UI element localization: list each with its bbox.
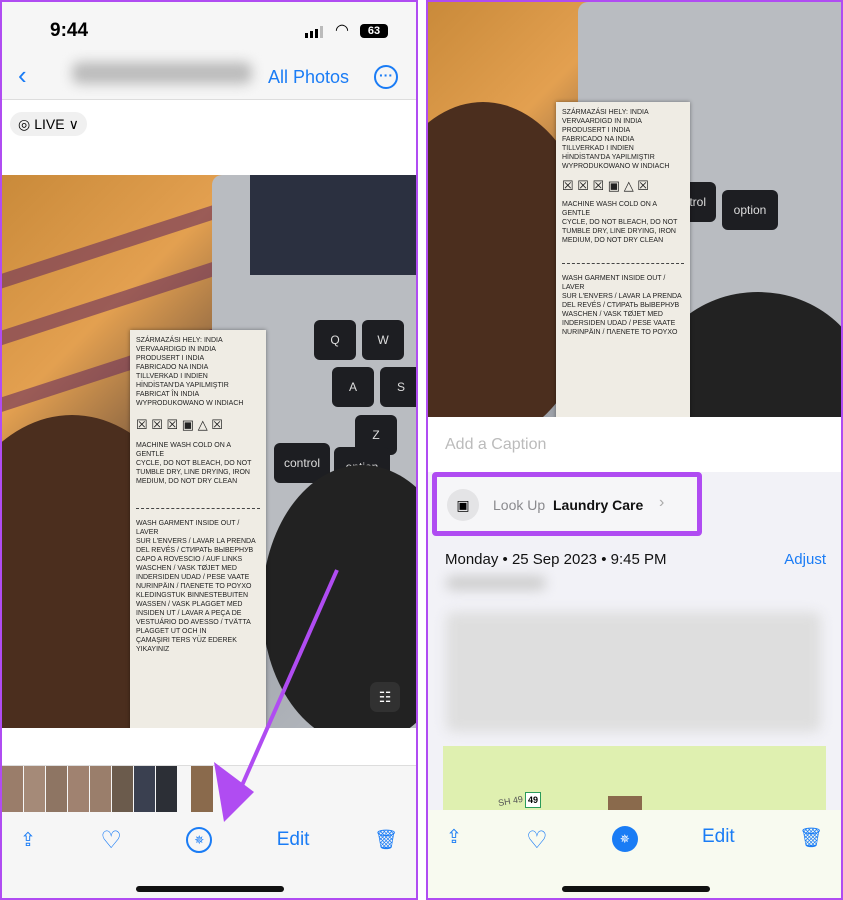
edit-button[interactable]: Edit [277, 829, 310, 851]
chevron-right-icon: › [659, 494, 665, 511]
label-line: SZÁRMAZÁSI HELY: INDIA [136, 337, 223, 344]
label-line: VERVAARDIGD IN INDIA [562, 118, 642, 125]
label-line: PRODUSERT I INDIA [562, 127, 631, 134]
label-line: VERVAARDIGD IN INDIA [136, 346, 216, 353]
trash-icon[interactable]: 🗑︎ [374, 828, 398, 852]
trash-icon[interactable]: 🗑︎ [799, 826, 823, 850]
label-line: FABRICADO NA INDIA [136, 364, 209, 371]
right-screenshot: control option SZÁRMAZÁSI HELY: INDIA VE… [426, 0, 843, 900]
label-line: MACHINE WASH COLD ON A GENTLE [136, 442, 231, 458]
label-line: CAPO A ROVESCIO / AUF LINKS [136, 556, 243, 563]
caption-input[interactable]: Add a Caption [445, 436, 546, 454]
visual-lookup-laundry-icon[interactable]: ✵ [186, 827, 213, 853]
signal-icon [305, 26, 323, 38]
label-line: NURINPÄIN / ΠΛΕΝΕΤΕ ΤΟ ΡΟΥΧΟ [136, 583, 252, 590]
label-line: WASH GARMENT INSIDE OUT / LAVER [136, 520, 240, 536]
photo-key: S [380, 367, 416, 407]
photo[interactable]: Q W A S Z control option SZÁRMAZÁSI HELY… [2, 175, 416, 728]
label-line: CYCLE, DO NOT BLEACH, DO NOT [136, 460, 252, 467]
live-label: LIVE [34, 116, 65, 132]
wifi-icon: ◠ [335, 22, 349, 39]
thumbnail-strip[interactable] [2, 765, 416, 812]
map-photo-thumbnail [608, 796, 642, 810]
live-icon: ◎ [18, 115, 31, 132]
label-line: WASCHEN / VASK TØJET MED [562, 311, 663, 318]
live-button[interactable]: ◎ LIVE ∨ [10, 112, 87, 136]
photo[interactable]: control option SZÁRMAZÁSI HELY: INDIA VE… [428, 2, 841, 417]
label-line: WASH GARMENT INSIDE OUT / LAVER [562, 275, 666, 291]
left-screenshot: 9:44 ◠ 63 ‹ All Photos ··· ◎ LIVE ∨ Q W … [0, 0, 418, 900]
label-line: MEDIUM, DO NOT DRY CLEAN [562, 237, 664, 244]
live-text-button[interactable]: ☷ [370, 682, 400, 712]
visual-lookup-laundry-icon[interactable]: ✵ [611, 826, 638, 852]
back-button[interactable]: ‹ [18, 60, 27, 91]
home-indicator [136, 886, 284, 892]
adjust-button[interactable]: Adjust [784, 551, 826, 568]
battery-icon: 63 [360, 24, 388, 38]
label-line: FABRICADO NA INDIA [562, 136, 635, 143]
lookup-subject: Laundry Care [553, 497, 644, 513]
more-button[interactable]: ··· [374, 65, 398, 89]
photo-key: option [722, 190, 778, 230]
laundry-label: SZÁRMAZÁSI HELY: INDIA VERVAARDIGD IN IN… [130, 330, 266, 728]
heart-icon[interactable]: ♡ [526, 826, 548, 855]
label-line: TUMBLE DRY, LINE DRYING, IRON [136, 469, 250, 476]
label-line: SUR L'ENVERS / LAVAR LA PRENDA [562, 293, 682, 300]
status-bar: 9:44 ◠ 63 [2, 2, 416, 52]
care-symbols: ☒ ☒ ☒ ▣ △ ☒ [562, 178, 649, 193]
laundry-label: SZÁRMAZÁSI HELY: INDIA VERVAARDIGD IN IN… [556, 102, 690, 417]
status-time: 9:44 [50, 20, 89, 41]
label-line: WYPRODUKOWANO W INDIACH [562, 163, 670, 170]
bottom-toolbar: ⇪ ♡ ✵ Edit 🗑︎ [2, 820, 416, 860]
label-line: DEL REVÉS / СТИРАТЬ ВЫВЕРНУВ [136, 547, 254, 554]
blurred-metadata [446, 612, 821, 732]
label-line: ÇAMAŞIRI TERS YÜZ EDEREK YIKAYINIZ [136, 637, 237, 653]
label-line: INDERSIDEN UDAD / PESE VAATE [562, 320, 676, 327]
laundry-lookup-icon: ▣ [447, 489, 479, 521]
label-line: SUR L'ENVERS / LAVAR LA PRENDA [136, 538, 256, 545]
label-line: NURINPÄIN / ΠΛΕΝΕΤΕ ΤΟ ΡΟΥΧΟ [562, 329, 678, 336]
chevron-down-icon: ∨ [68, 115, 79, 132]
share-icon[interactable]: ⇪ [20, 829, 36, 852]
map-road-shield: 49 [525, 792, 541, 808]
label-line: WYPRODUKOWANO W INDIACH [136, 400, 244, 407]
all-photos-button[interactable]: All Photos [268, 67, 349, 88]
home-indicator [562, 886, 710, 892]
label-line: CYCLE, DO NOT BLEACH, DO NOT [562, 219, 678, 226]
caption-area: Add a Caption [428, 417, 841, 472]
label-line: INDERSIDEN UDAD / PESE VAATE [136, 574, 250, 581]
label-line: KLEDINGSTUK BINNESTEBUITEN [136, 592, 249, 599]
label-line: TUMBLE DRY, LINE DRYING, IRON [562, 228, 676, 235]
label-line: TILLVERKAD I INDIEN [136, 373, 208, 380]
edit-button[interactable]: Edit [702, 826, 735, 848]
label-line: PLAGGET UT OCH IN [136, 628, 207, 635]
label-line: TILLVERKAD I INDIEN [562, 145, 634, 152]
label-line: SZÁRMAZÁSI HELY: INDIA [562, 109, 649, 116]
map[interactable]: SH 49 49 [443, 746, 826, 810]
photo-date: Monday • 25 Sep 2023 • 9:45 PM [445, 551, 667, 568]
label-line: PRODUSERT I INDIA [136, 355, 205, 362]
lookup-laundry-care-row[interactable]: ▣ Look Up Laundry Care › [432, 472, 702, 536]
label-line: MACHINE WASH COLD ON A GENTLE [562, 201, 657, 217]
label-line: WASSEN / VASK PLAGGET MED [136, 601, 243, 608]
share-icon[interactable]: ⇪ [446, 826, 462, 849]
lookup-prefix: Look Up [493, 497, 546, 513]
label-line: FABRICAT ÎN INDIA [136, 391, 200, 398]
care-symbols: ☒ ☒ ☒ ▣ △ ☒ [136, 417, 223, 432]
blurred-location [446, 576, 546, 590]
label-line: MEDIUM, DO NOT DRY CLEAN [136, 478, 238, 485]
photo-key: A [332, 367, 374, 407]
label-line: INSIDEN UT / LAVAR A PEÇA DE [136, 610, 242, 617]
map-road-label: SH 49 [497, 793, 524, 809]
photo-key: Q [314, 320, 356, 360]
label-line: HİNDİSTAN'DA YAPILMIŞTIR [562, 154, 655, 161]
label-line: HİNDİSTAN'DA YAPILMIŞTIR [136, 382, 229, 389]
label-line: VESTUÁRIO DO AVESSO / TVÄTTA [136, 619, 251, 626]
nav-bar: ‹ All Photos ··· [2, 52, 416, 100]
album-title-blurred [72, 62, 252, 84]
label-line: DEL REVÉS / СТИРАТЬ ВЫВЕРНУВ [562, 302, 680, 309]
heart-icon[interactable]: ♡ [100, 826, 122, 855]
label-line: WASCHEN / VASK TØJET MED [136, 565, 237, 572]
photo-key: W [362, 320, 404, 360]
